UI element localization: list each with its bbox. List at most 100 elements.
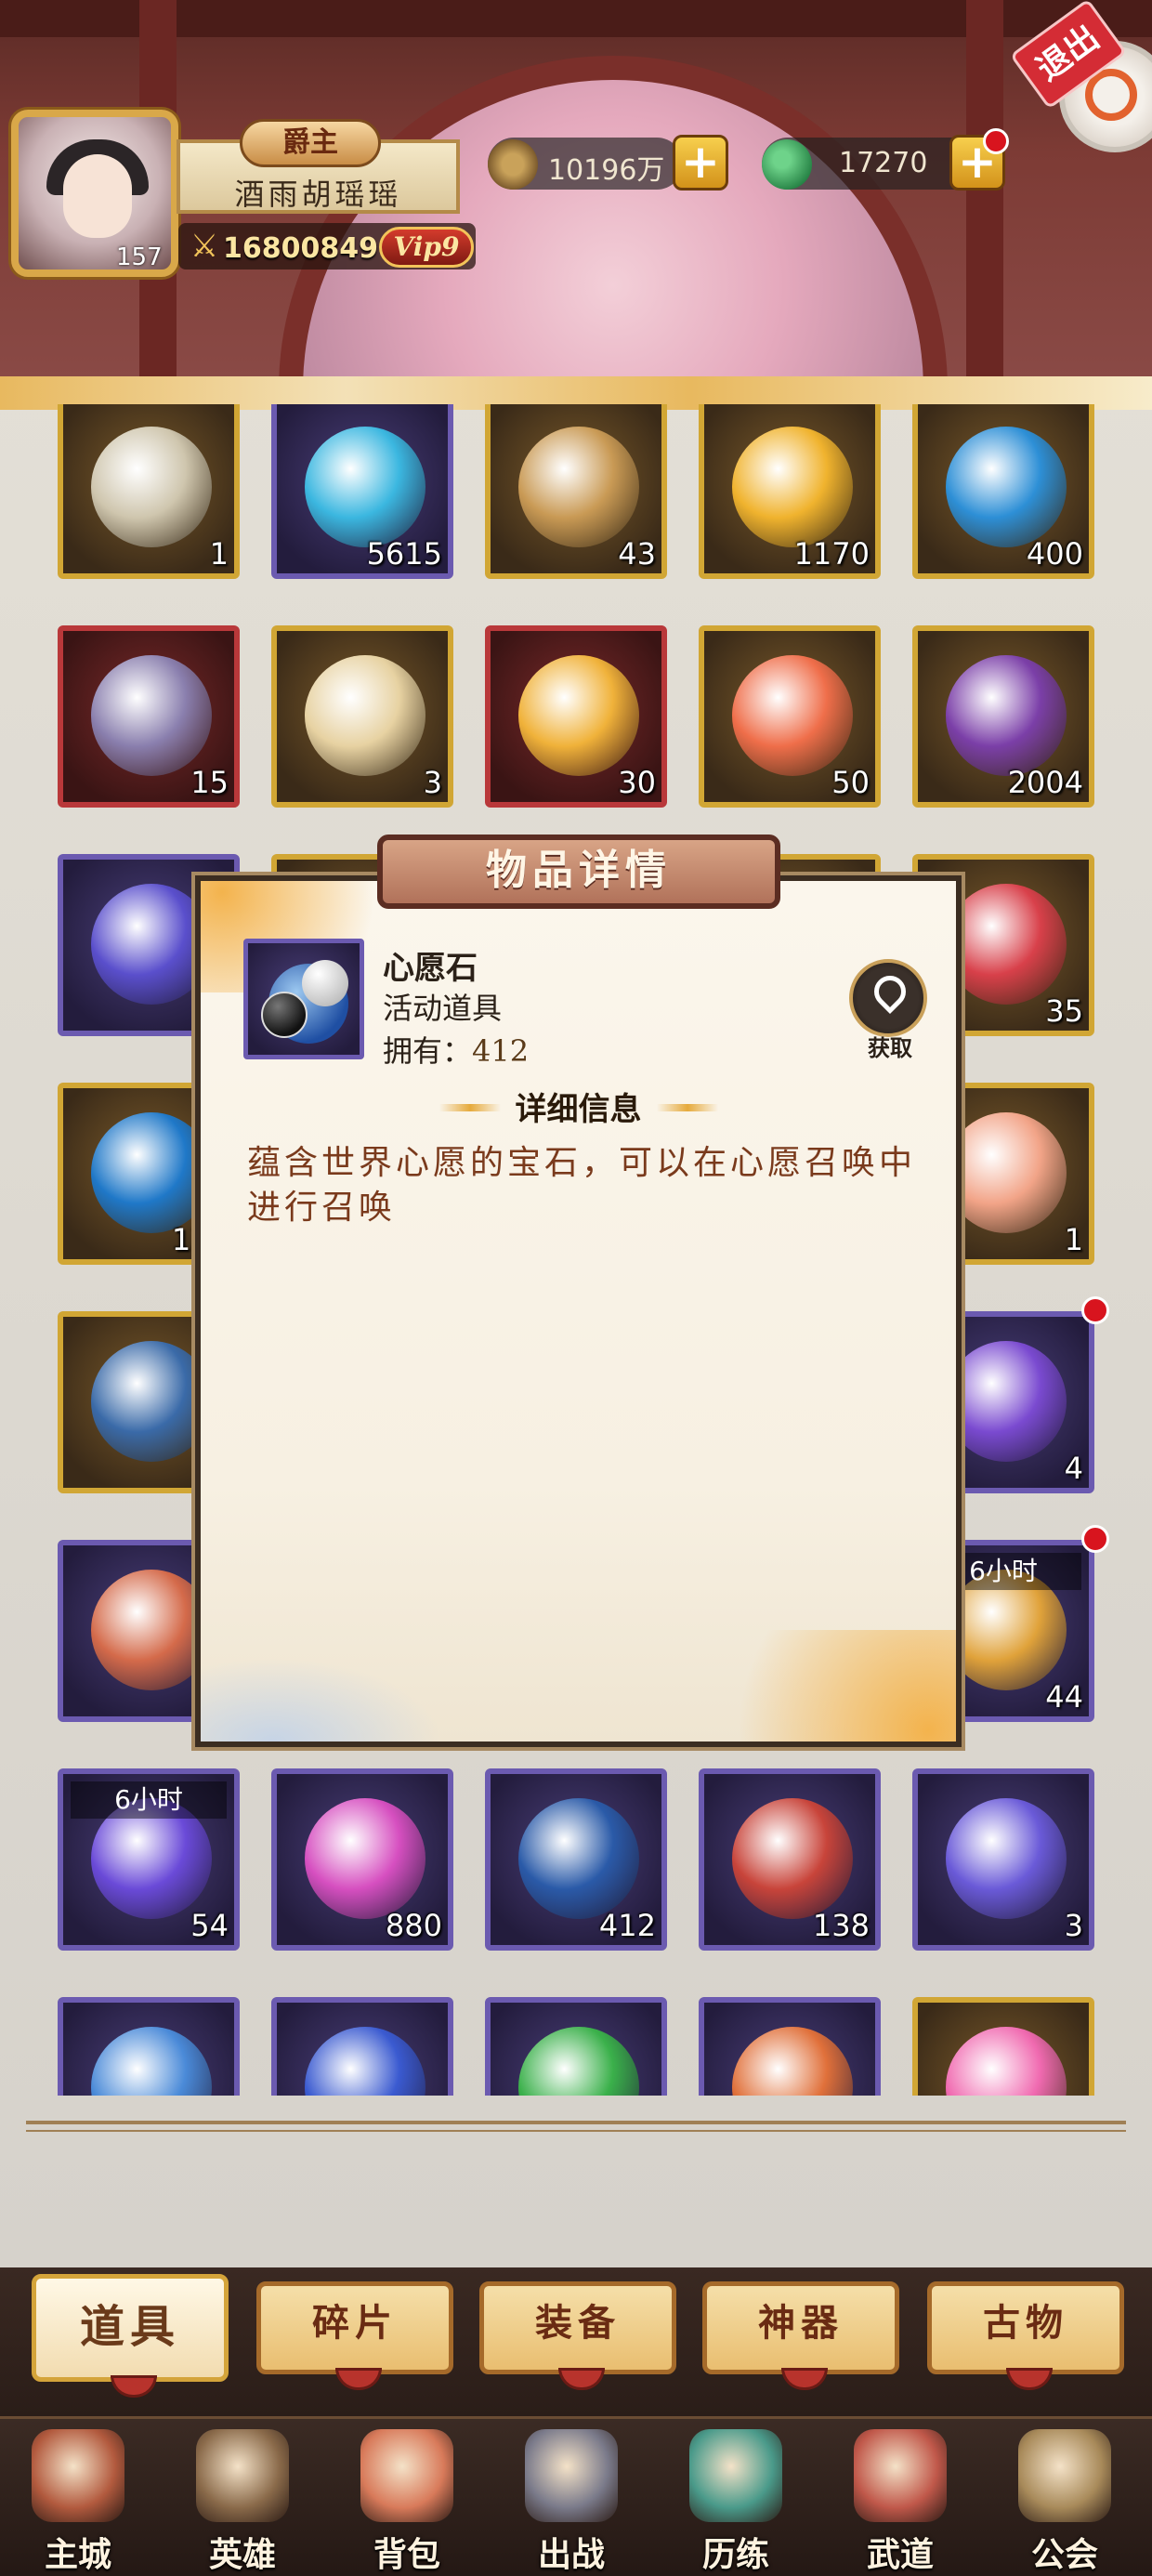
inventory-slot[interactable] [58,1997,240,2096]
slot-count: 880 [385,1908,442,1943]
tab-3[interactable]: 神器 [702,2281,899,2390]
tab-1[interactable]: 碎片 [256,2281,453,2390]
player-name: 酒雨胡瑶瑶 [234,177,402,212]
slot-count: 3 [1064,1908,1083,1943]
dialog-corner-decoration [677,1630,956,1741]
slot-count: 30 [618,765,656,800]
inventory-slot[interactable]: 2004 [912,625,1094,808]
slot-count: 44 [1045,1679,1083,1715]
inventory-slot[interactable]: 1170 [699,404,881,579]
notification-dot [983,128,1009,154]
inventory-slot[interactable]: 6小时 54 [58,1768,240,1951]
nav-label: 武道 [866,2535,934,2574]
inventory-slot[interactable]: 43 [485,404,667,579]
owned-label: 拥有： [383,1033,473,1069]
training-icon [689,2429,782,2522]
obtain-label[interactable]: 获取 [851,1030,929,1062]
inventory-slot[interactable]: 5615 [271,404,453,579]
item-name: 心愿石 [383,950,478,987]
inventory-slot[interactable] [699,1997,881,2096]
tab-label: 碎片 [312,2301,398,2345]
peony-icon [946,1112,1067,1233]
inventory-slot[interactable]: 3 [912,1768,1094,1951]
stone-black [261,992,308,1038]
tab-0[interactable]: 道具 [32,2274,229,2398]
gold-orb-icon [732,427,853,547]
nav-item-6[interactable]: 公会 [990,2420,1139,2576]
player-level: 157 [116,243,163,271]
wave-medal-icon [305,2027,425,2096]
inventory-slot[interactable] [485,1997,667,2096]
inventory-slot[interactable] [271,1997,453,2096]
crossed-swords-icon: ⚔ [190,228,219,265]
jade-icon [762,139,812,190]
coin-icon [488,139,538,190]
slot-count: 5615 [366,536,442,572]
red-crystal-icon [946,884,1067,1005]
tab-label: 道具 [79,2301,180,2353]
star-scroll-icon [91,884,212,1005]
slot-count: 400 [1026,536,1083,572]
orange-medal-icon [732,2027,853,2096]
inventory-slot[interactable]: 3 [271,625,453,808]
inventory-slot[interactable]: 412 [485,1768,667,1951]
inventory-slot[interactable]: 1 [58,404,240,579]
add-coins-button[interactable]: + [673,135,728,191]
inventory-slot[interactable]: 15 [58,625,240,808]
slot-count: 1 [1064,1222,1083,1257]
nav-item-4[interactable]: 历练 [661,2420,810,2576]
inventory-slot[interactable]: 880 [271,1768,453,1951]
inventory-slot[interactable]: 30 [485,625,667,808]
inventory-slot[interactable]: 400 [912,404,1094,579]
nav-item-0[interactable]: 主城 [4,2420,152,2576]
nav-item-2[interactable]: 背包 [333,2420,481,2576]
nav-label: 历练 [701,2535,769,2574]
slot-count: 4 [1064,1451,1083,1486]
owned-count: 412 [472,1033,530,1069]
slot-count: 35 [1045,993,1083,1029]
avatar-face [63,154,132,238]
nav-label: 背包 [373,2535,440,2574]
treasure-chest-icon [91,1570,212,1690]
item-detail-dialog: 心愿石 活动道具 拥有：412 获取 详细信息 蕴含世界心愿的宝石，可以在心愿召… [195,875,962,1747]
red-talisman-icon [732,655,853,776]
vip-badge[interactable]: Vip9 [379,227,474,268]
detail-section-label: 详细信息 [515,1091,642,1128]
tab-2[interactable]: 装备 [479,2281,676,2390]
inventory-slot[interactable]: 138 [699,1768,881,1951]
slot-count: 15 [190,765,229,800]
bagua-icon [91,1341,212,1462]
purple-pouch-icon [946,1341,1067,1462]
jade-amount: 17270 [839,147,928,179]
purple-orb-icon [946,655,1067,776]
nav-label: 公会 [1030,2535,1098,2574]
slot-count: 43 [618,536,656,572]
commission-scroll-icon [305,655,425,776]
scroll-icon [91,427,212,547]
inventory-slot[interactable]: 50 [699,625,881,808]
rank-badge: 爵主 [240,119,381,167]
obtain-button[interactable] [849,959,927,1037]
tab-label: 神器 [758,2301,844,2345]
dark-crystal-icon [91,655,212,776]
slot-count: 3 [423,765,442,800]
nav-item-3[interactable]: 出战 [497,2420,646,2576]
inventory-slot[interactable] [912,1997,1094,2096]
slot-count: 1 [209,536,229,572]
nav-item-1[interactable]: 英雄 [168,2420,317,2576]
martial-icon [854,2429,947,2522]
blue-seal-icon [946,1798,1067,1919]
city-icon [32,2429,124,2522]
dialog-wave-decoration [201,1658,442,1741]
location-pin-icon [867,968,913,1015]
backpack-icon [360,2429,453,2522]
slot-count: 1170 [793,536,870,572]
slot-count: 138 [812,1908,870,1943]
item-description: 蕴含世界心愿的宝石，可以在心愿召唤中进行召唤 [247,1144,917,1227]
nav-item-5[interactable]: 武道 [826,2420,975,2576]
tab-4[interactable]: 古物 [927,2281,1124,2390]
hero-icon [196,2429,289,2522]
notification-dot [1081,1296,1109,1324]
ore-icon [518,427,639,547]
coin-amount: 10196万 [548,154,665,187]
